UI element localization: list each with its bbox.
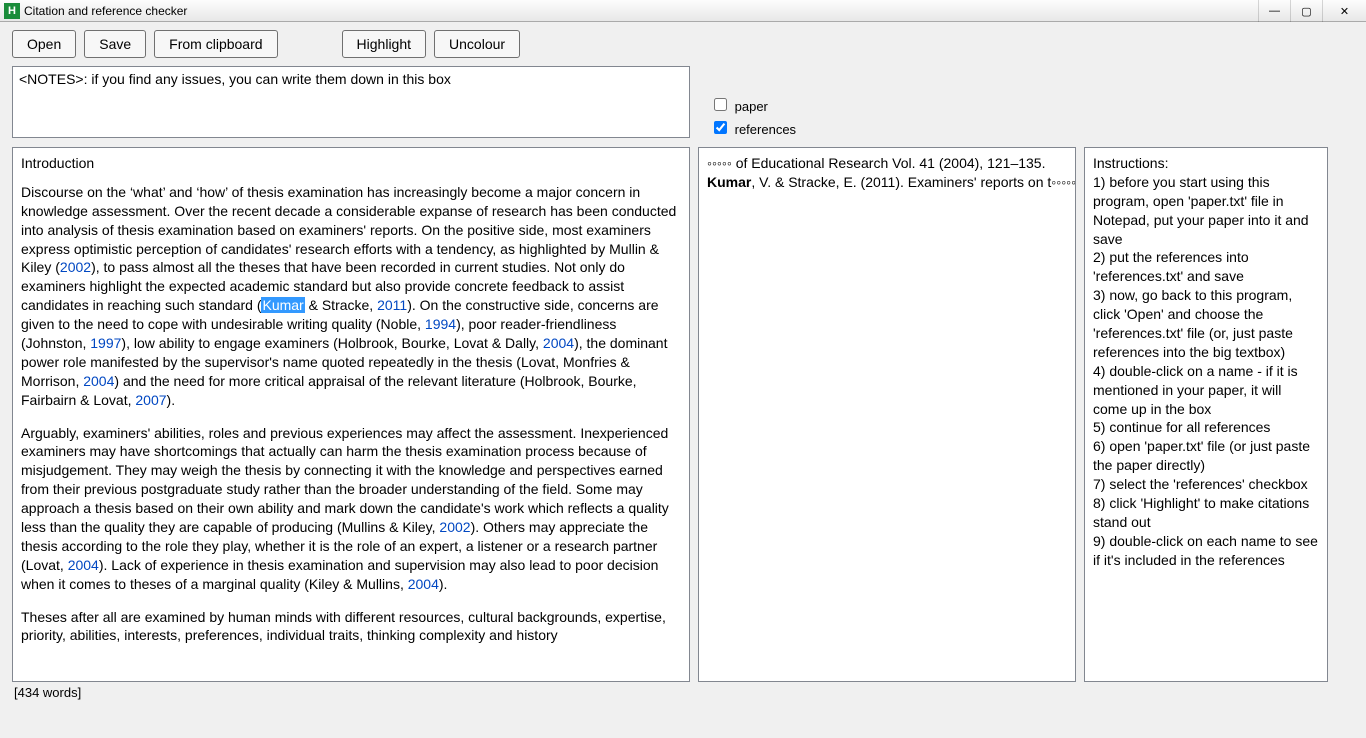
paper-checkbox-text: paper [735, 99, 768, 114]
paper-heading: Introduction [21, 154, 681, 173]
maximize-button[interactable]: ▢ [1290, 0, 1322, 22]
citation-year: 2002 [60, 259, 91, 275]
instruction-item: 9) double-click on each name to see if i… [1093, 532, 1319, 570]
references-panel[interactable]: ◦◦◦◦◦ of Educational Research Vol. 41 (2… [698, 147, 1076, 682]
paper-checkbox[interactable] [714, 98, 727, 111]
reference-line: Kumar, V. & Stracke, E. (2011). Examiner… [707, 173, 1067, 192]
citation-year: 2004 [543, 335, 574, 351]
window-controls: — ▢ ✕ [1258, 0, 1366, 22]
citation-year: 2011 [377, 297, 407, 313]
reference-line: ◦◦◦◦◦ of Educational Research Vol. 41 (2… [707, 154, 1067, 173]
highlight-button[interactable]: Highlight [342, 30, 426, 58]
instruction-item: 1) before you start using this program, … [1093, 173, 1319, 249]
window-title: Citation and reference checker [24, 4, 187, 18]
titlebar: H Citation and reference checker — ▢ ✕ [0, 0, 1366, 22]
toolbar: Open Save From clipboard Highlight Uncol… [0, 22, 1366, 66]
paper-paragraph-1: Discourse on the ‘what’ and ‘how’ of the… [21, 183, 681, 410]
instruction-item: 5) continue for all references [1093, 418, 1319, 437]
citation-year: 1997 [90, 335, 121, 351]
instructions-title: Instructions: [1093, 154, 1319, 173]
paper-paragraph-2: Arguably, examiners' abilities, roles an… [21, 424, 681, 594]
citation-author-highlighted: Kumar [261, 297, 304, 313]
citation-year: 2004 [408, 576, 439, 592]
app-icon: H [4, 3, 20, 19]
statusbar: [434 words] [0, 682, 1366, 702]
citation-year: 2004 [83, 373, 114, 389]
references-checkbox-text: references [735, 122, 796, 137]
instruction-item: 2) put the references into 'references.t… [1093, 248, 1319, 286]
paper-paragraph-3: Theses after all are examined by human m… [21, 608, 681, 646]
citation-year: 1994 [425, 316, 456, 332]
instruction-item: 8) click 'Highlight' to make citations s… [1093, 494, 1319, 532]
checkbox-group: paper references [710, 95, 796, 141]
uncolour-button[interactable]: Uncolour [434, 30, 520, 58]
paper-checkbox-label[interactable]: paper [710, 95, 796, 114]
instruction-item: 4) double-click on a name - if it is men… [1093, 362, 1319, 419]
instructions-panel[interactable]: Instructions: 1) before you start using … [1084, 147, 1328, 682]
open-button[interactable]: Open [12, 30, 76, 58]
instruction-item: 6) open 'paper.txt' file (or just paste … [1093, 437, 1319, 475]
citation-year: 2007 [135, 392, 166, 408]
instruction-item: 7) select the 'references' checkbox [1093, 475, 1319, 494]
word-count: [434 words] [14, 685, 81, 700]
minimize-button[interactable]: — [1258, 0, 1290, 22]
references-checkbox-label[interactable]: references [710, 118, 796, 137]
from-clipboard-button[interactable]: From clipboard [154, 30, 277, 58]
references-checkbox[interactable] [714, 121, 727, 134]
close-button[interactable]: ✕ [1322, 0, 1366, 22]
instruction-item: 3) now, go back to this program, click '… [1093, 286, 1319, 362]
save-button[interactable]: Save [84, 30, 146, 58]
paper-panel[interactable]: Introduction Discourse on the ‘what’ and… [12, 147, 690, 682]
citation-year: 2002 [439, 519, 470, 535]
notes-textarea[interactable] [12, 66, 690, 138]
citation-year: 2004 [68, 557, 99, 573]
